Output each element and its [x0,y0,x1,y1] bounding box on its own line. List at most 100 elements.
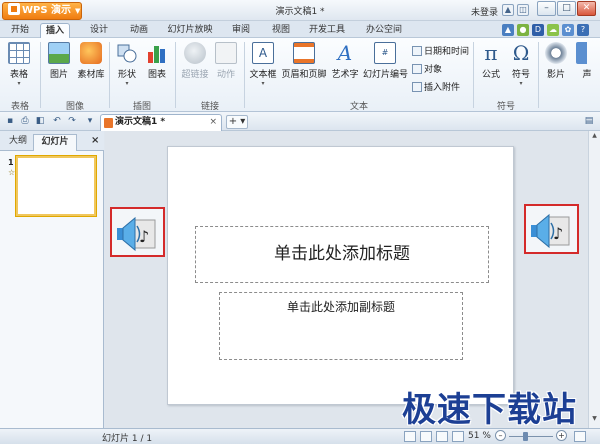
document-tab[interactable]: 演示文稿1 * × [100,114,222,131]
login-status[interactable]: 未登录 [471,5,498,18]
save-icon[interactable]: ▪ [4,115,16,127]
tab-review[interactable]: 审阅 [226,23,256,38]
print-icon[interactable]: ⎙ [19,115,31,127]
sound-button[interactable]: 声 [575,42,599,80]
chart-icon [146,42,168,64]
zoom-level[interactable]: 51 % [468,431,491,441]
sound-icon [576,42,598,64]
pi-icon: π [484,41,498,65]
close-button[interactable]: ✕ [577,1,596,16]
svg-text:♪: ♪ [553,224,563,243]
table-button[interactable]: 表格 ▾ [6,42,32,87]
object-button[interactable]: 对象 [412,62,442,75]
group-divider [175,42,176,108]
skin-icon[interactable]: ▲ [502,4,514,16]
reading-view-icon[interactable] [436,431,448,442]
slides-panel: 大纲 幻灯片 × 1 ☆ [0,131,104,428]
tab-outline[interactable]: 大纲 [4,134,32,151]
zoom-slider-thumb[interactable] [523,432,528,441]
doc-icon[interactable]: D [532,24,544,36]
cloud-icon[interactable]: ☁ [547,24,559,36]
minimize-button[interactable]: – [537,1,556,16]
tab-home[interactable]: 开始 [6,23,34,38]
speaker-icon: ♪ [117,216,156,252]
transition-star-icon: ☆ [8,168,16,177]
fit-window-icon[interactable] [574,431,586,442]
customize-icon[interactable]: ▾ [84,115,96,127]
document-tab-label: 演示文稿1 * [115,117,166,127]
speaker-highlight-left: ♪ [110,207,165,257]
header-footer-button[interactable]: 页眉和页脚 [281,42,327,80]
formula-button[interactable]: π 公式 [478,42,504,80]
presentation-icon [104,118,113,128]
close-panel-icon[interactable]: × [91,135,99,146]
tab-insert[interactable]: 插入 [40,23,70,38]
tab-slideshow[interactable]: 幻灯片放映 [165,23,215,38]
ribbon-insert: 表格▾ 表格 图片 素材库 图像 形状▾ 图表 插图 超链接 动作 链接 A [0,38,600,112]
zoom-slider-track[interactable] [509,436,553,437]
slide-thumbnail[interactable] [16,156,96,216]
layout-toggle-icon[interactable]: ▤ [583,115,595,127]
feedback-icon[interactable]: ◫ [517,4,529,16]
share-icon[interactable]: ● [517,24,529,36]
picture-icon [48,42,70,64]
minimize-ribbon-icon[interactable]: ▲ [502,24,514,36]
slide[interactable]: 单击此处添加标题 单击此处添加副标题 [167,146,514,405]
group-divider [538,42,539,108]
zoom-out-button[interactable]: – [495,430,506,441]
slide-number: 1 [8,158,14,167]
material-library-icon [80,42,102,64]
textbox-button[interactable]: A 文本框 ▾ [248,42,278,87]
tab-animation[interactable]: 动画 [124,23,154,38]
title-placeholder[interactable]: 单击此处添加标题 [195,226,489,283]
speaker-icon: ♪ [531,213,570,249]
scroll-up-icon[interactable]: ▲ [590,132,599,141]
undo-icon[interactable]: ↶ [51,115,63,127]
group-divider [473,42,474,108]
header-footer-icon [293,42,315,64]
chevron-down-icon: ▾ [17,80,21,87]
tab-view[interactable]: 视图 [266,23,296,38]
watermark-text: 极速下载站 [402,390,577,430]
hyperlink-button[interactable]: 超链接 [180,42,210,80]
chart-button[interactable]: 图表 [144,42,170,80]
group-divider [109,42,110,108]
print-preview-icon[interactable]: ◧ [34,115,46,127]
action-button[interactable]: 动作 [213,42,239,80]
table-icon [8,42,30,64]
normal-view-icon[interactable] [404,431,416,442]
chevron-down-icon: ▾ [519,80,523,87]
vertical-scrollbar[interactable]: ▲ ▼ [588,131,600,428]
close-tab-icon[interactable]: × [209,115,217,130]
group-label-image: 图像 [65,102,84,112]
tools-icon[interactable]: ✿ [562,24,574,36]
scroll-down-icon[interactable]: ▼ [590,415,599,424]
slide-number-button[interactable]: # 幻灯片编号 [363,42,408,80]
sorter-view-icon[interactable] [420,431,432,442]
subtitle-placeholder[interactable]: 单击此处添加副标题 [219,292,463,360]
group-divider [244,42,245,108]
zoom-in-button[interactable]: + [556,430,567,441]
movie-icon [545,42,567,64]
movie-button[interactable]: 影片 [543,42,569,80]
insert-attachment-button[interactable]: 插入附件 [412,80,460,93]
symbol-button[interactable]: Ω 符号 ▾ [508,42,534,87]
redo-icon[interactable]: ↷ [66,115,78,127]
wordart-button[interactable]: A 艺术字 [330,42,360,80]
speaker-highlight-right: ♪ [524,204,579,254]
group-label-table: 表格 [10,102,29,112]
svg-text:♪: ♪ [139,227,149,246]
tab-slides[interactable]: 幻灯片 [33,134,77,151]
tab-design[interactable]: 设计 [84,23,114,38]
picture-button[interactable]: 图片 [46,42,72,80]
action-icon [215,42,237,64]
tab-office-space[interactable]: 办公空间 [362,23,406,38]
new-tab-button[interactable]: + ▾ [226,115,248,129]
material-library-button[interactable]: 素材库 [76,42,106,80]
help-icon[interactable]: ? [577,24,589,36]
shape-button[interactable]: 形状 ▾ [114,42,140,87]
maximize-button[interactable]: □ [557,1,576,16]
tab-developer[interactable]: 开发工具 [305,23,349,38]
datetime-button[interactable]: 日期和时间 [412,44,469,57]
slideshow-view-icon[interactable] [452,431,464,442]
